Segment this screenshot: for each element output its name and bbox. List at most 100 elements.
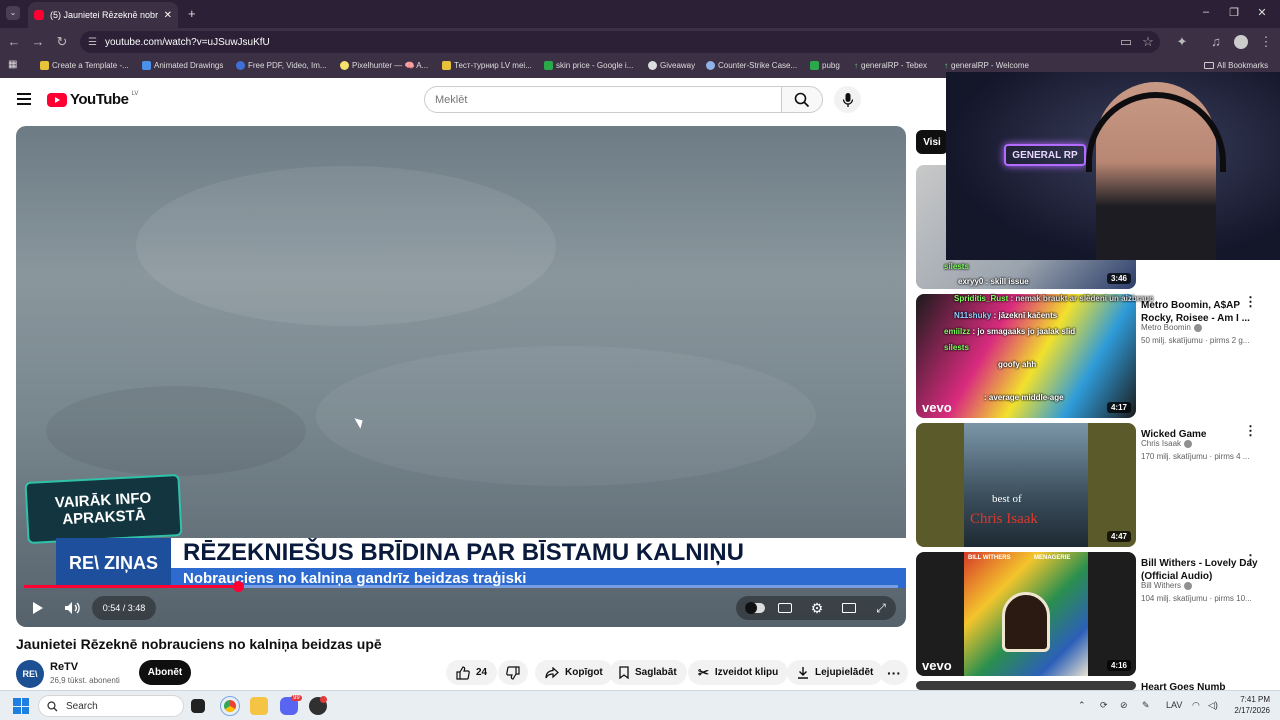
verified-icon xyxy=(1193,323,1202,332)
recommended-video[interactable]: BILL WITHERS MENAGERIE vevo 4:16 Bill Wi… xyxy=(916,552,1280,676)
bookmark-favicon-icon xyxy=(544,61,553,70)
extensions-icon[interactable]: ✦ xyxy=(1174,34,1190,50)
bookmark-star-icon[interactable]: ☆ xyxy=(1140,34,1156,50)
omnibox[interactable]: ☰ youtube.com/watch?v=uJSuwJsuKfU xyxy=(80,31,1160,53)
bookmark-item[interactable]: Pixelhunter — 🧠 A... xyxy=(340,61,428,70)
vevo-logo: vevo xyxy=(922,658,952,673)
video-title[interactable]: Metro Boomin, A$AP Rocky, Roisee - Am I … xyxy=(1141,299,1261,325)
volume-icon xyxy=(65,602,80,614)
water-highlight xyxy=(316,346,816,486)
wifi-icon[interactable]: ◠ xyxy=(1192,700,1200,711)
maximize-icon[interactable]: ❐ xyxy=(1224,6,1244,19)
more-vert-icon[interactable]: ⋮ xyxy=(1244,295,1257,308)
chrome-icon[interactable] xyxy=(220,696,240,716)
bookmark-item[interactable]: pubg xyxy=(810,61,840,70)
share-button[interactable]: Kopīgot xyxy=(535,660,613,685)
back-icon[interactable]: ← xyxy=(6,34,22,49)
bookmark-item[interactable]: Create a Template -... xyxy=(40,61,129,70)
progress-bar[interactable] xyxy=(24,581,898,592)
video-player[interactable]: VAIRĀK INFO APRAKSTĀ RE\ ZIŅAS RĒZEKNIEŠ… xyxy=(16,126,906,627)
volume-button[interactable] xyxy=(60,596,84,620)
speaker-icon[interactable]: ◁) xyxy=(1208,700,1218,711)
search-input[interactable]: Meklēt xyxy=(424,86,782,113)
recommended-video[interactable]: Heart Goes Numb xyxy=(916,681,1280,690)
recommended-video[interactable]: best of Chris Isaak 4:47 Wicked Game Chr… xyxy=(916,423,1280,547)
minimize-icon[interactable]: – xyxy=(1196,6,1216,18)
video-title[interactable]: Bill Withers - Lovely Day (Official Audi… xyxy=(1141,557,1261,583)
more-vert-icon[interactable]: ⋮ xyxy=(1244,553,1257,566)
bookmark-item[interactable]: ↑ generalRP - Tebex xyxy=(854,61,927,70)
profile-avatar[interactable] xyxy=(1234,35,1248,49)
subscribe-button[interactable]: Abonēt xyxy=(139,660,191,685)
language-indicator[interactable]: LAV xyxy=(1166,700,1182,710)
youtube-logo[interactable]: YouTube LV xyxy=(47,91,138,108)
search-button[interactable] xyxy=(781,86,823,113)
news-tag: RE\ ZIŅAS xyxy=(56,538,171,588)
subtitles-button[interactable] xyxy=(774,596,796,620)
tray-chevron-icon[interactable]: ⌃ xyxy=(1078,700,1086,711)
menu-icon[interactable]: ⋮ xyxy=(1258,34,1274,50)
fullscreen-button[interactable]: ⤢ xyxy=(870,596,892,620)
youtube-wordmark: YouTube xyxy=(70,91,129,108)
file-explorer-icon[interactable] xyxy=(250,697,268,715)
news-lower-third: RE\ ZIŅAS RĒZEKNIEŠUS BRĪDINA PAR BĪSTAM… xyxy=(56,536,906,591)
more-actions-button[interactable]: ··· xyxy=(880,660,908,685)
tray-app-icon[interactable]: ✎ xyxy=(1142,700,1150,711)
tray-app-icon[interactable]: ⊘ xyxy=(1120,700,1128,711)
forward-icon[interactable]: → xyxy=(30,34,46,49)
all-bookmarks[interactable]: All Bookmarks xyxy=(1204,61,1268,70)
news-headline: RĒZEKNIEŠUS BRĪDINA PAR BĪSTAMU KALNIŅU xyxy=(171,538,906,568)
more-vert-icon[interactable]: ⋮ xyxy=(1244,424,1257,437)
miniplayer-button[interactable] xyxy=(838,596,860,620)
bookmark-favicon-icon xyxy=(810,61,819,70)
site-info-icon[interactable]: ☰ xyxy=(88,37,97,48)
bookmark-item[interactable]: Free PDF, Video, Im... xyxy=(236,61,327,70)
bookmark-item[interactable]: Giveaway xyxy=(648,61,695,70)
reload-icon[interactable]: ↻ xyxy=(54,34,70,50)
channel-name[interactable]: ReTV xyxy=(50,661,78,673)
bookmark-item[interactable]: Animated Drawings xyxy=(142,61,223,70)
task-view-icon[interactable] xyxy=(191,699,205,713)
autoplay-toggle[interactable] xyxy=(742,596,768,620)
channel-avatar[interactable]: RE\ xyxy=(16,660,44,688)
bookmark-favicon-icon xyxy=(40,61,49,70)
view-meta: 104 milj. skatījumu · pirms 10... xyxy=(1141,594,1252,603)
cast-icon[interactable]: ▭ xyxy=(1118,34,1134,50)
media-icon[interactable]: ♫ xyxy=(1208,34,1224,49)
view-meta: 50 milj. skatījumu · pirms 2 g... xyxy=(1141,336,1250,345)
clip-button[interactable]: ✂ Izveidot klipu xyxy=(688,660,789,685)
bookmark-item[interactable]: Counter-Strike Case... xyxy=(706,61,797,70)
network-icon[interactable]: ⟳ xyxy=(1100,700,1108,711)
album-cover: best of Chris Isaak xyxy=(964,423,1088,547)
settings-button[interactable]: ⚙ xyxy=(806,596,828,620)
video-thumbnail[interactable]: BILL WITHERS MENAGERIE vevo 4:16 xyxy=(916,552,1136,676)
bookmark-item[interactable]: Тест-турнир LV mei... xyxy=(442,61,532,70)
play-button[interactable] xyxy=(26,596,50,620)
dislike-button[interactable] xyxy=(498,660,528,685)
voice-search-button[interactable] xyxy=(834,86,861,113)
close-tab-icon[interactable]: ✕ xyxy=(164,10,172,21)
filter-chip-all[interactable]: Visi xyxy=(916,130,948,154)
windows-start-icon[interactable] xyxy=(13,698,29,714)
browser-tab[interactable]: (5) Jaunietei Rēzeknē nobraucie ✕ xyxy=(28,2,178,28)
bookmark-item[interactable]: skin price - Google i... xyxy=(544,61,633,70)
save-button[interactable]: Saglabāt xyxy=(609,660,687,685)
tab-search-button[interactable]: ⌄ xyxy=(6,6,20,20)
hamburger-menu-icon[interactable] xyxy=(17,93,31,105)
like-button[interactable]: 24 xyxy=(446,660,498,685)
share-icon xyxy=(545,666,559,678)
system-clock[interactable]: 7:41 PM 2/17/2026 xyxy=(1228,694,1270,716)
apps-icon[interactable]: ▦ xyxy=(8,59,17,70)
like-count: 24 xyxy=(476,667,488,678)
close-window-icon[interactable]: ✕ xyxy=(1252,6,1272,19)
verified-icon xyxy=(1184,439,1193,448)
video-title[interactable]: Heart Goes Numb xyxy=(1141,681,1261,690)
video-thumbnail[interactable]: best of Chris Isaak 4:47 xyxy=(916,423,1136,547)
bookmark-item[interactable]: ↑ generalRP - Welcome xyxy=(944,61,1029,70)
download-button[interactable]: Lejupielādēt xyxy=(787,660,884,685)
taskbar-search[interactable]: Search xyxy=(38,695,184,717)
video-thumbnail[interactable] xyxy=(916,681,1136,690)
new-tab-button[interactable]: + xyxy=(188,6,196,21)
search-icon xyxy=(47,700,58,711)
recording-badge xyxy=(320,696,327,703)
